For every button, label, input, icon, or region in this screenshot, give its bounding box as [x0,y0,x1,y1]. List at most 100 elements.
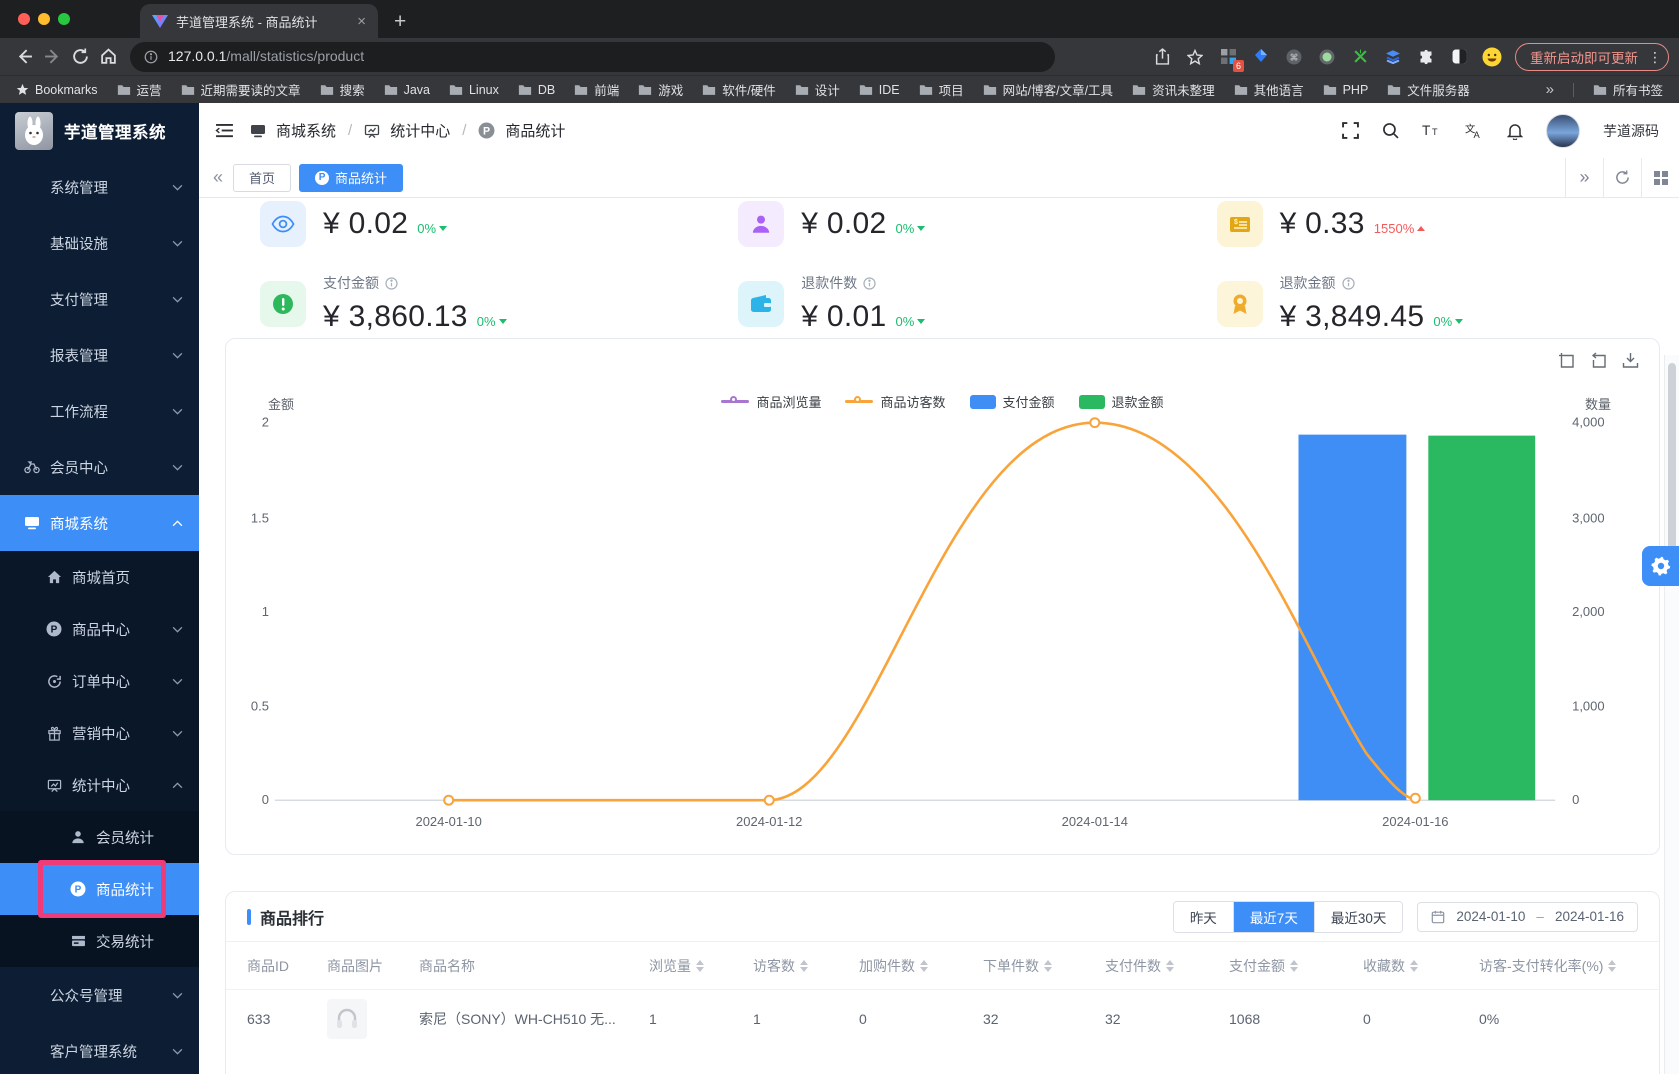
bookmark-folder[interactable]: 项目 [919,80,964,99]
search-icon[interactable] [1382,122,1399,139]
date-start[interactable]: 2024-01-10 [1456,909,1525,924]
bookmark-folder[interactable]: 前端 [574,80,619,99]
bookmark-folder[interactable]: 资讯未整理 [1132,80,1215,99]
sort-icon[interactable] [1290,960,1298,972]
bookmark-folder[interactable]: 网站/博客/文章/工具 [983,80,1113,99]
sidebar-item-infra[interactable]: 基础设施 [0,215,199,271]
sidebar-item-member-center[interactable]: 会员中心 [0,439,199,495]
bookmark-folder[interactable]: 游戏 [638,80,683,99]
chart-restore-icon[interactable] [1590,352,1607,369]
maximize-window-button[interactable] [58,13,70,25]
bookmark-folder[interactable]: IDE [859,83,900,97]
browser-tab[interactable]: 芋道管理系统 - 商品统计 × [140,4,378,38]
sidebar-item-mp-management[interactable]: 公众号管理 [0,967,199,1023]
extension-green-x-icon[interactable] [1350,47,1370,67]
info-icon[interactable] [1342,277,1355,290]
range-last30days-button[interactable]: 最近30天 [1314,902,1403,932]
date-range-picker[interactable]: 2024-01-10 – 2024-01-16 [1417,902,1638,932]
new-tab-button[interactable]: + [394,11,406,32]
sidebar-item-trade-statistics[interactable]: 交易统计 [0,915,199,967]
breadcrumb-item[interactable]: 统计中心 [390,120,450,141]
bookmarks-overflow-icon[interactable]: » [1546,81,1554,98]
bar-pay-amount[interactable] [1299,435,1407,801]
range-yesterday-button[interactable]: 昨天 [1174,902,1233,932]
tab-close-icon[interactable]: × [357,14,366,29]
site-info-icon[interactable] [144,50,158,64]
data-point[interactable] [1411,794,1420,803]
sidebar-item-product-center[interactable]: P 商品中心 [0,603,199,655]
legend-item-browse[interactable]: 商品浏览量 [721,392,821,411]
page-tab-home[interactable]: 首页 [233,164,291,192]
product-image[interactable] [327,999,367,1039]
cell-product-name[interactable]: 索尼（SONY）WH-CH510 无... [419,1009,649,1029]
info-icon[interactable] [385,277,398,290]
col-cart-sort[interactable]: 加购件数 [859,956,983,976]
sort-icon[interactable] [1044,960,1052,972]
sidebar-item-report[interactable]: 报表管理 [0,327,199,383]
breadcrumb-item[interactable]: 商城系统 [276,120,336,141]
page-scrollbar[interactable] [1664,355,1679,1074]
sort-icon[interactable] [1608,960,1616,972]
bell-icon[interactable] [1507,122,1523,140]
brand[interactable]: 芋道管理系统 [0,103,199,159]
sidebar-item-marketing-center[interactable]: 营销中心 [0,707,199,759]
bookmarks-root[interactable]: Bookmarks [16,83,98,97]
sort-icon[interactable] [800,960,808,972]
sidebar-item-statistics-center[interactable]: 统计中心 [0,759,199,811]
bookmark-star-icon[interactable] [1185,47,1205,67]
sidebar-item-member-statistics[interactable]: 会员统计 [0,811,199,863]
user-avatar[interactable] [1546,114,1580,148]
sort-icon[interactable] [920,960,928,972]
bookmark-folder[interactable]: PHP [1323,83,1369,97]
bookmark-folder[interactable]: 文件服务器 [1387,80,1470,99]
tabs-scroll-left-icon[interactable]: « [213,167,223,188]
font-size-icon[interactable]: TT [1422,123,1442,138]
bookmark-folder[interactable]: 设计 [795,80,840,99]
legend-item-refund[interactable]: 退款金额 [1079,392,1164,411]
page-tab-product-statistics[interactable]: P 商品统计 [299,164,403,192]
language-icon[interactable]: 文A [1465,122,1484,139]
sidebar-item-crm[interactable]: 客户管理系统 [0,1023,199,1074]
bookmark-folder[interactable]: DB [518,83,555,97]
bookmark-folder[interactable]: 近期需要读的文章 [181,80,301,99]
col-favorites-sort[interactable]: 收藏数 [1363,956,1479,976]
sidebar-item-system[interactable]: 系统管理 [0,159,199,215]
sidebar-item-workflow[interactable]: 工作流程 [0,383,199,439]
sidebar-item-order-center[interactable]: 订单中心 [0,655,199,707]
bar-refund-amount[interactable] [1428,436,1535,801]
table-row[interactable]: 633 索尼（SONY）WH-CH510 无... 1 1 0 32 32 10… [226,990,1659,1048]
chart-download-icon[interactable] [1622,352,1639,369]
share-icon[interactable] [1152,47,1172,67]
col-amount-sort[interactable]: 支付金额 [1229,956,1363,976]
reload-icon[interactable] [66,43,94,71]
date-end[interactable]: 2024-01-16 [1555,909,1624,924]
sidebar-fold-icon[interactable] [215,123,234,138]
col-conversion-sort[interactable]: 访客-支付转化率(%) [1479,956,1638,976]
browser-menu-icon[interactable]: ⋮ [1648,50,1662,64]
extension-contrast-icon[interactable] [1449,47,1469,67]
bookmark-folder[interactable]: Java [384,83,430,97]
info-icon[interactable] [863,277,876,290]
layout-grid-icon[interactable] [1641,158,1679,197]
sidebar-item-mall-system[interactable]: 商城系统 [0,495,199,551]
chart-zoom-icon[interactable] [1558,352,1575,369]
refresh-icon[interactable] [1603,158,1641,197]
legend-item-visitor[interactable]: 商品访客数 [845,392,945,411]
bookmark-folder[interactable]: 搜索 [320,80,365,99]
col-orders-sort[interactable]: 下单件数 [983,956,1105,976]
bookmark-folder[interactable]: 软件/硬件 [702,80,775,99]
trend-chart-plot[interactable]: 2 1.5 1 0.5 0 4,000 3,000 2,000 1,000 0 … [226,339,1659,854]
settings-float-button[interactable] [1642,546,1679,586]
data-point[interactable] [444,796,453,805]
bookmark-folder[interactable]: 其他语言 [1234,80,1304,99]
sort-icon[interactable] [1410,960,1418,972]
data-point[interactable] [765,796,774,805]
extension-layers-icon[interactable] [1383,47,1403,67]
col-visitors-sort[interactable]: 访客数 [753,956,859,976]
col-paid-sort[interactable]: 支付件数 [1105,956,1229,976]
line-visitor-series[interactable] [449,423,1416,801]
address-bar[interactable]: 127.0.0.1/mall/statistics/product [130,42,1055,72]
sidebar-item-mall-home[interactable]: 商城首页 [0,551,199,603]
bookmark-folder[interactable]: Linux [449,83,499,97]
sidebar-item-payment[interactable]: 支付管理 [0,271,199,327]
